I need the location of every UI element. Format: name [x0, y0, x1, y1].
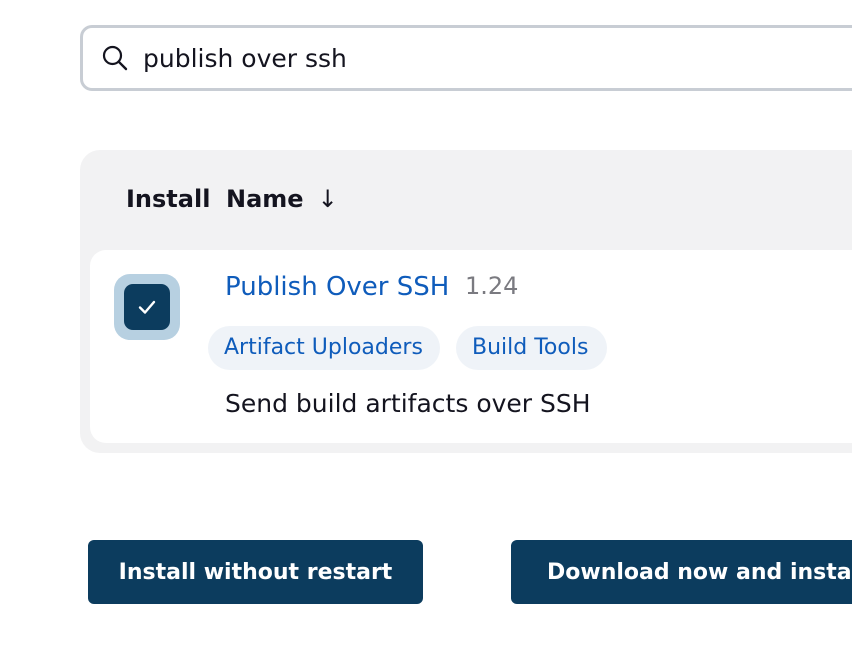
column-header-install: Install	[126, 185, 211, 213]
checkbox-checked[interactable]	[124, 284, 170, 330]
install-without-restart-button[interactable]: Install without restart	[88, 540, 423, 604]
plugin-manager-page: Install Name ↓ Publish Over SSH 1.24 Arti…	[0, 0, 852, 654]
download-and-install-button[interactable]: Download now and install after restart	[511, 540, 852, 604]
plugin-version: 1.24	[465, 272, 519, 300]
plugins-table: Install Name ↓ Publish Over SSH 1.24 Arti…	[80, 150, 852, 453]
search-box[interactable]	[80, 25, 852, 91]
install-checkbox[interactable]	[114, 274, 180, 340]
table-row: Publish Over SSH 1.24 Artifact Uploaders…	[90, 250, 852, 443]
column-header-name[interactable]: Name ↓	[226, 185, 338, 213]
plugin-name-link[interactable]: Publish Over SSH	[225, 272, 449, 302]
column-header-name-label: Name	[226, 185, 304, 213]
tag-build-tools[interactable]: Build Tools	[456, 326, 607, 370]
tag-artifact-uploaders[interactable]: Artifact Uploaders	[208, 326, 440, 370]
sort-descending-icon: ↓	[317, 185, 338, 213]
search-input[interactable]	[143, 38, 843, 78]
plugin-description: Send build artifacts over SSH	[225, 389, 591, 418]
checkmark-icon	[138, 300, 156, 314]
search-icon	[100, 43, 130, 73]
